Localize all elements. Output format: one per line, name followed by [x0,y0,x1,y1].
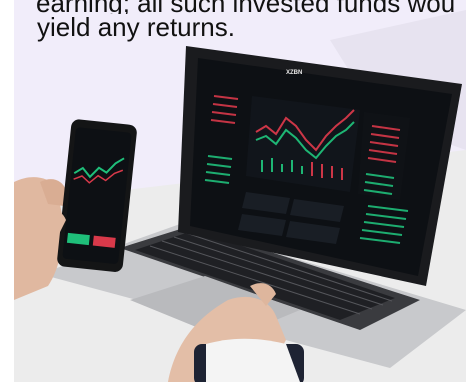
photo-panel: XZBN earning; all such invested funds wo… [0,0,466,382]
caption-line-2: yield any returns. [37,12,235,42]
trading-laptop-photo: XZBN [0,0,466,382]
left-edge-stripe [0,0,14,382]
sleeve-cuff [206,338,300,382]
laptop-chart [246,96,360,192]
laptop-ticker: XZBN [286,70,302,76]
